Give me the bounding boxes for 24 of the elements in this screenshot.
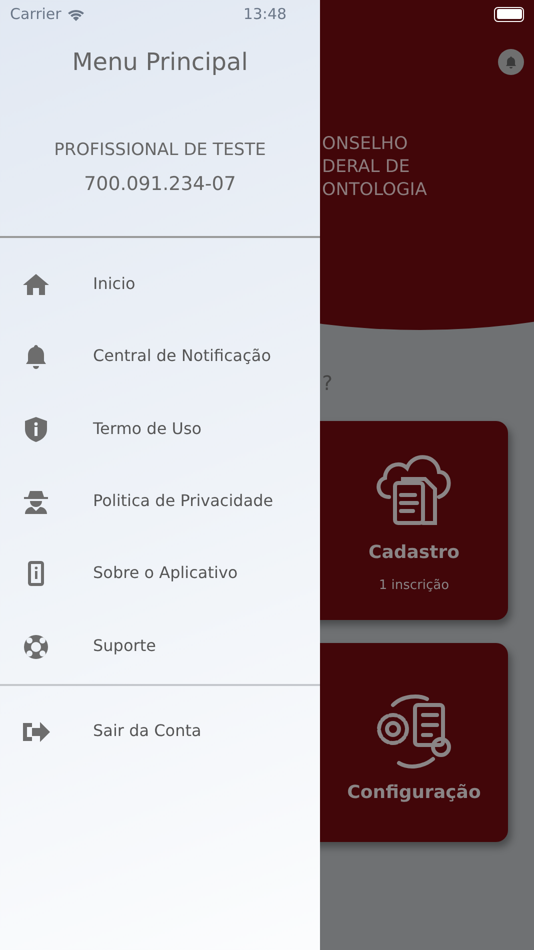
brand-text: ONTOLOGIA [322,179,427,202]
carrier-label: Carrier [10,4,62,25]
clock-time: 13:48 [243,4,287,25]
menu-item[interactable]: Sobre o Aplicativo [0,537,320,610]
user-name: PROFISSIONAL DE TESTE [53,139,267,162]
heading-fragment: ? [322,370,333,397]
menu-card[interactable]: Cadastro 1 inscrição [320,421,508,620]
menu-item[interactable]: Suporte [0,609,320,682]
user-id: 700.091.234-07 [83,172,237,196]
menu-item[interactable]: Termo de Uso [0,392,320,465]
brand-text: DERAL DE [322,156,411,179]
wifi-icon [67,8,86,20]
card-title: Cadastro [368,541,460,565]
battery-icon [494,6,524,22]
menu-item[interactable]: Central de Notificação [0,320,320,393]
menu-item[interactable]: Sair da Conta [0,694,320,768]
card-title: Configuração [347,781,481,805]
menu-item[interactable]: Politica de Privacidade [0,464,320,538]
brand-text: ONSELHO [322,133,409,156]
card-subtitle: 1 inscrição [378,577,450,595]
menu-card[interactable]: Configuração [320,643,508,842]
menu-item[interactable]: Inicio [0,248,320,320]
bell-icon [503,54,519,70]
menu-title: Menu Principal [71,47,249,78]
